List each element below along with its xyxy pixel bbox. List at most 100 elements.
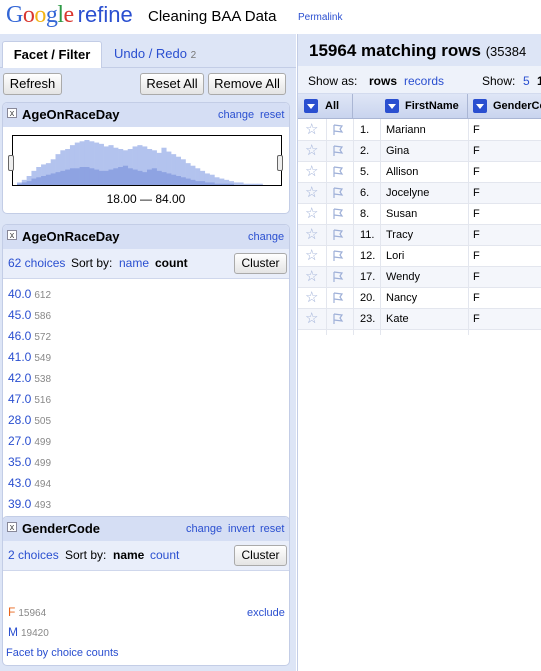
google-refine-logo[interactable]: Google refine	[6, 2, 133, 29]
cell-gendercode[interactable]: F	[473, 124, 480, 136]
table-row[interactable]: ☆ 6. Jocelyne F	[298, 183, 541, 204]
table-row[interactable]: ☆ 11. Tracy F	[298, 225, 541, 246]
facet-choice[interactable]: 42.0 538	[8, 371, 51, 387]
star-icon[interactable]: ☆	[305, 311, 318, 327]
facet-choice-name[interactable]: 40.0	[8, 287, 31, 301]
facet-choice-name[interactable]: 43.0	[8, 476, 31, 490]
flag-icon[interactable]	[332, 250, 344, 262]
table-row[interactable]: ☆ 5. Allison F	[298, 162, 541, 183]
facet-choice-name[interactable]: 45.0	[8, 308, 31, 322]
cell-gendercode[interactable]: F	[473, 271, 480, 283]
facet-choice-name[interactable]: F	[8, 605, 15, 619]
column-menu-icon[interactable]	[473, 99, 487, 113]
cell-gendercode[interactable]: F	[473, 145, 480, 157]
star-icon[interactable]: ☆	[305, 206, 318, 222]
cell-firstname[interactable]: Susan	[386, 208, 417, 220]
star-icon[interactable]: ☆	[305, 164, 318, 180]
sort-by-name-link[interactable]: name	[119, 256, 149, 270]
cell-gendercode[interactable]: F	[473, 229, 480, 241]
choices-count-link[interactable]: 2 choices	[8, 548, 59, 562]
sort-by-count-link[interactable]: count	[150, 548, 179, 562]
star-icon[interactable]: ☆	[305, 185, 318, 201]
cell-firstname[interactable]: Mariann	[386, 124, 426, 136]
range-left-handle[interactable]	[8, 155, 14, 171]
facet-choice-name[interactable]: 41.0	[8, 350, 31, 364]
facet-choice-name[interactable]: 46.0	[8, 329, 31, 343]
reset-all-button[interactable]: Reset All	[140, 73, 204, 95]
cluster-button[interactable]: Cluster	[234, 253, 287, 274]
star-icon[interactable]: ☆	[305, 122, 318, 138]
table-row[interactable]: ☆ 8. Susan F	[298, 204, 541, 225]
facet-choice-f[interactable]: F 15964	[8, 605, 46, 621]
close-icon[interactable]: x	[7, 108, 17, 118]
cell-firstname[interactable]: Jocelyne	[386, 187, 429, 199]
facet-choice[interactable]: 47.0 516	[8, 392, 51, 408]
flag-icon[interactable]	[332, 145, 344, 157]
flag-icon[interactable]	[332, 229, 344, 241]
age-histogram[interactable]	[12, 135, 282, 186]
facet-choice-m[interactable]: M 19420	[8, 625, 49, 641]
table-row[interactable]: ☆ 20. Nancy F	[298, 288, 541, 309]
facet-choice-name[interactable]: 47.0	[8, 392, 31, 406]
tab-undo-redo[interactable]: Undo / Redo 2	[104, 41, 206, 68]
cell-gendercode[interactable]: F	[473, 187, 480, 199]
flag-icon[interactable]	[332, 208, 344, 220]
column-header-firstname[interactable]: FirstName	[380, 94, 468, 119]
cell-firstname[interactable]: Gina	[386, 145, 409, 157]
flag-icon[interactable]	[332, 292, 344, 304]
facet-choice-name[interactable]: 35.0	[8, 455, 31, 469]
cell-firstname[interactable]: Tracy	[386, 229, 413, 241]
flag-icon[interactable]	[332, 166, 344, 178]
facet-choice-name[interactable]: 27.0	[8, 434, 31, 448]
flag-icon[interactable]	[332, 271, 344, 283]
project-title[interactable]: Cleaning BAA Data	[148, 8, 276, 25]
flag-icon[interactable]	[332, 313, 344, 325]
facet-choice-name[interactable]: M	[8, 625, 18, 639]
change-link[interactable]: change	[186, 523, 222, 535]
page-size-option[interactable]: 1	[537, 74, 541, 88]
exclude-link[interactable]: exclude	[247, 607, 285, 619]
change-link[interactable]: change	[218, 109, 254, 121]
table-row[interactable]: ☆ 23. Kate F	[298, 309, 541, 330]
choices-count-link[interactable]: 62 choices	[8, 256, 65, 270]
facet-choice-name[interactable]: 28.0	[8, 413, 31, 427]
star-icon[interactable]: ☆	[305, 290, 318, 306]
change-link[interactable]: change	[248, 231, 284, 243]
reset-link[interactable]: reset	[260, 523, 284, 535]
facet-choice[interactable]: 46.0 572	[8, 329, 51, 345]
facet-choice[interactable]: 35.0 499	[8, 455, 51, 471]
close-icon[interactable]: x	[7, 522, 17, 532]
table-row[interactable]: ☆ 12. Lori F	[298, 246, 541, 267]
reset-link[interactable]: reset	[260, 109, 284, 121]
range-right-handle[interactable]	[277, 155, 283, 171]
cell-firstname[interactable]: Kate	[386, 313, 409, 325]
table-row[interactable]: ☆ 1. Mariann F	[298, 120, 541, 141]
invert-link[interactable]: invert	[228, 523, 255, 535]
cell-firstname[interactable]: Lori	[386, 250, 404, 262]
facet-choice[interactable]: 28.0 505	[8, 413, 51, 429]
star-icon[interactable]: ☆	[305, 227, 318, 243]
show-as-records-link[interactable]: records	[404, 74, 444, 88]
facet-choice[interactable]: 41.0 549	[8, 350, 51, 366]
facet-choice[interactable]: 45.0 586	[8, 308, 51, 324]
cell-firstname[interactable]: Wendy	[386, 271, 420, 283]
permalink-link[interactable]: Permalink	[298, 12, 342, 23]
table-row[interactable]: ☆ 17. Wendy F	[298, 267, 541, 288]
refresh-button[interactable]: Refresh	[3, 73, 62, 95]
cluster-button[interactable]: Cluster	[234, 545, 287, 566]
facet-choice[interactable]: 40.0 612	[8, 287, 51, 303]
sort-by-name-option[interactable]: name	[113, 548, 144, 562]
facet-choice[interactable]: 39.0 493	[8, 497, 51, 513]
tab-facet-filter[interactable]: Facet / Filter	[2, 41, 102, 68]
column-menu-icon[interactable]	[385, 99, 399, 113]
cell-gendercode[interactable]: F	[473, 166, 480, 178]
cell-firstname[interactable]: Allison	[386, 166, 418, 178]
facet-by-choice-counts-link[interactable]: Facet by choice counts	[6, 647, 119, 659]
sort-by-count-option[interactable]: count	[155, 256, 188, 270]
cell-firstname[interactable]: Nancy	[386, 292, 417, 304]
cell-gendercode[interactable]: F	[473, 208, 480, 220]
remove-all-button[interactable]: Remove All	[208, 73, 286, 95]
show-as-rows-option[interactable]: rows	[369, 74, 397, 88]
close-icon[interactable]: x	[7, 230, 17, 240]
star-icon[interactable]: ☆	[305, 248, 318, 264]
